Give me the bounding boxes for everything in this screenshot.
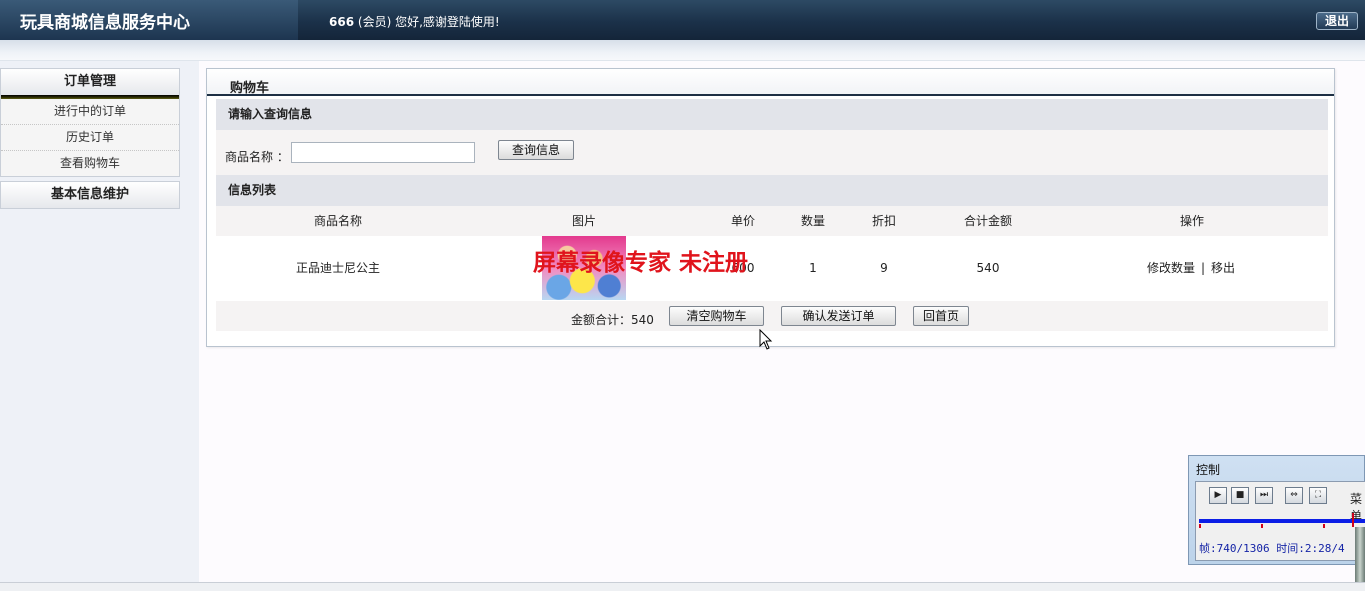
search-button[interactable]: 查询信息 [498, 140, 574, 160]
column-header-image: 图片 [571, 214, 596, 228]
header-sub-bar [0, 40, 1365, 61]
recorder-watermark: 屏幕录像专家 未注册 [533, 249, 749, 276]
cart-panel: 购物车 请输入查询信息 商品名称 ： 查询信息 信息列表 商品名称 图片 单价 … [206, 68, 1335, 347]
play-icon[interactable]: ▶ [1209, 487, 1227, 504]
recorder-window-title: 控制 [1196, 463, 1221, 477]
sidebar-section-orders: 订单管理 进行中的订单 历史订单 查看购物车 [0, 68, 180, 177]
edit-quantity-link[interactable]: 修改数量 [1147, 261, 1195, 275]
cart-footer-row: 金额合计：540 清空购物车 确认发送订单 回首页 [216, 301, 1328, 331]
recorder-progress-track[interactable] [1199, 519, 1365, 523]
panel-tab: 购物车 [207, 69, 1334, 96]
table-header-row: 商品名称 图片 单价 数量 折扣 合计金额 操作 [216, 206, 1328, 236]
recorder-side-scrollbar[interactable] [1355, 527, 1365, 584]
action-separator: | [1200, 261, 1206, 275]
fit-window-icon[interactable]: ⇔ [1285, 487, 1303, 504]
recorder-control-window[interactable]: 控制 ▶ ■ ⏭ ⇔ ⛶ 菜单 帧:740/1306 时间:2:28/4 [1188, 455, 1365, 565]
column-header-product-name: 商品名称 [313, 214, 362, 228]
query-section-title: 请输入查询信息 [216, 99, 1328, 130]
product-name-input[interactable] [291, 142, 475, 163]
panel-content: 请输入查询信息 商品名称 ： 查询信息 信息列表 商品名称 图片 单价 数量 折… [216, 99, 1328, 331]
sidebar-item-order-history[interactable]: 历史订单 [1, 125, 179, 151]
sidebar-item-view-cart[interactable]: 查看购物车 [1, 151, 179, 176]
home-button[interactable]: 回首页 [913, 306, 969, 326]
user-name: 666 [329, 15, 355, 29]
sidebar-section-basic-info: 基本信息维护 [0, 181, 180, 209]
sidebar: 订单管理 进行中的订单 历史订单 查看购物车 基本信息维护 [0, 61, 199, 590]
cell-total: 540 [976, 261, 1000, 275]
column-header-unit-price: 单价 [730, 214, 755, 228]
remove-item-link[interactable]: 移出 [1211, 261, 1235, 275]
recorder-control-body: ▶ ■ ⏭ ⇔ ⛶ 菜单 帧:740/1306 时间:2:28/4 [1195, 481, 1365, 561]
table-row: 正品迪士尼公主 600 1 9 540 修改数量 | 移出 [216, 236, 1328, 301]
user-role: (会员) [357, 15, 392, 29]
progress-tick [1261, 524, 1263, 528]
sidebar-section-title-orders[interactable]: 订单管理 [1, 69, 179, 95]
column-header-discount: 折扣 [871, 214, 896, 228]
grand-total: 金额合计：540 [571, 313, 654, 327]
confirm-order-button[interactable]: 确认发送订单 [781, 306, 896, 326]
fullscreen-icon[interactable]: ⛶ [1309, 487, 1327, 504]
recorder-frame-time-status: 帧:740/1306 时间:2:28/4 [1199, 542, 1345, 555]
progress-tick [1323, 524, 1325, 528]
sidebar-item-current-orders[interactable]: 进行中的订单 [1, 99, 179, 125]
top-header-bar: 玩具商城信息服务中心 666 (会员) 您好,感谢登陆使用! 退出 [0, 0, 1365, 40]
query-row: 商品名称 ： 查询信息 [216, 130, 1328, 175]
logout-button[interactable]: 退出 [1316, 12, 1358, 30]
cell-discount: 9 [880, 261, 888, 275]
progress-tick [1199, 524, 1201, 528]
recorder-playhead[interactable] [1352, 513, 1354, 527]
app-title: 玩具商城信息服务中心 [20, 13, 190, 33]
step-forward-icon[interactable]: ⏭ [1255, 487, 1273, 504]
cell-quantity: 1 [809, 261, 817, 275]
greeting-text: 您好,感谢登陆使用! [391, 15, 500, 29]
sidebar-section-title-basic-info[interactable]: 基本信息维护 [1, 182, 179, 208]
clear-cart-button[interactable]: 清空购物车 [669, 306, 764, 326]
cell-actions: 修改数量 | 移出 [1116, 236, 1266, 301]
column-header-actions: 操作 [1179, 214, 1204, 228]
mouse-cursor-icon [759, 329, 773, 350]
user-greeting: 666 (会员) 您好,感谢登陆使用! [329, 13, 500, 30]
panel-title-rule [207, 94, 1334, 96]
stop-icon[interactable]: ■ [1231, 487, 1249, 504]
product-name-label: 商品名称 ： [225, 150, 289, 164]
cell-product-name: 正品迪士尼公主 [295, 261, 380, 275]
column-header-quantity: 数量 [800, 214, 825, 228]
list-section-title: 信息列表 [216, 175, 1328, 206]
column-header-total: 合计金额 [963, 214, 1012, 228]
